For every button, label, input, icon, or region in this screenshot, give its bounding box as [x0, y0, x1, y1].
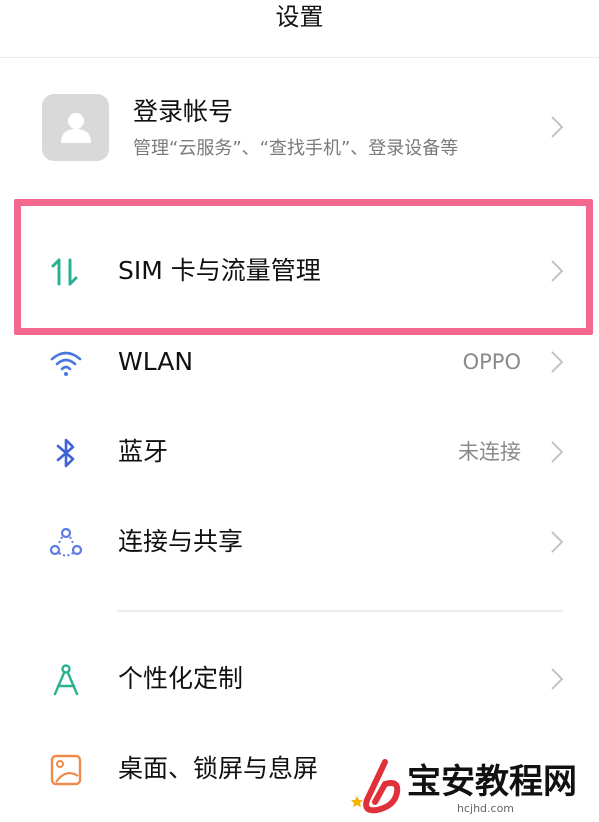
bluetooth-item[interactable]: 蓝牙 未连接	[0, 407, 599, 497]
bluetooth-icon	[56, 438, 75, 468]
personalization-label: 个性化定制	[118, 664, 244, 693]
wifi-icon	[50, 351, 82, 376]
chevron-right-icon	[551, 531, 563, 553]
chevron-right-icon	[551, 116, 563, 138]
highlight-box	[14, 199, 593, 335]
personalization-item[interactable]: 个性化定制	[0, 634, 599, 724]
wlan-label: WLAN	[118, 347, 194, 376]
chevron-right-icon	[551, 351, 563, 373]
section-divider	[117, 610, 563, 612]
watermark-text: 宝安教程网	[407, 762, 577, 802]
desktop-lockscreen-label: 桌面、锁屏与息屏	[118, 754, 319, 783]
watermark: 宝安教程网 hcjhd.com	[345, 758, 595, 820]
account-login-item[interactable]: 登录帐号 管理“云服务”、“查找手机”、登录设备等	[0, 80, 599, 180]
header-divider	[0, 57, 599, 58]
page-title: 设置	[275, 3, 324, 31]
account-description: 管理“云服务”、“查找手机”、登录设备等	[133, 138, 459, 159]
wallpaper-icon	[50, 754, 82, 786]
bluetooth-status-value: 未连接	[458, 440, 521, 464]
watermark-domain: hcjhd.com	[457, 802, 515, 815]
chevron-right-icon	[551, 668, 563, 690]
watermark-logo-icon	[351, 759, 401, 814]
account-title: 登录帐号	[133, 97, 234, 126]
connection-sharing-label: 连接与共享	[118, 527, 244, 556]
bluetooth-label: 蓝牙	[118, 437, 169, 466]
personalization-icon	[53, 664, 79, 696]
wlan-network-value: OPPO	[462, 350, 521, 374]
chevron-right-icon	[551, 441, 563, 463]
avatar	[42, 94, 109, 161]
connection-sharing-item[interactable]: 连接与共享	[0, 497, 599, 587]
connection-share-icon	[49, 527, 83, 557]
user-icon	[61, 113, 91, 143]
